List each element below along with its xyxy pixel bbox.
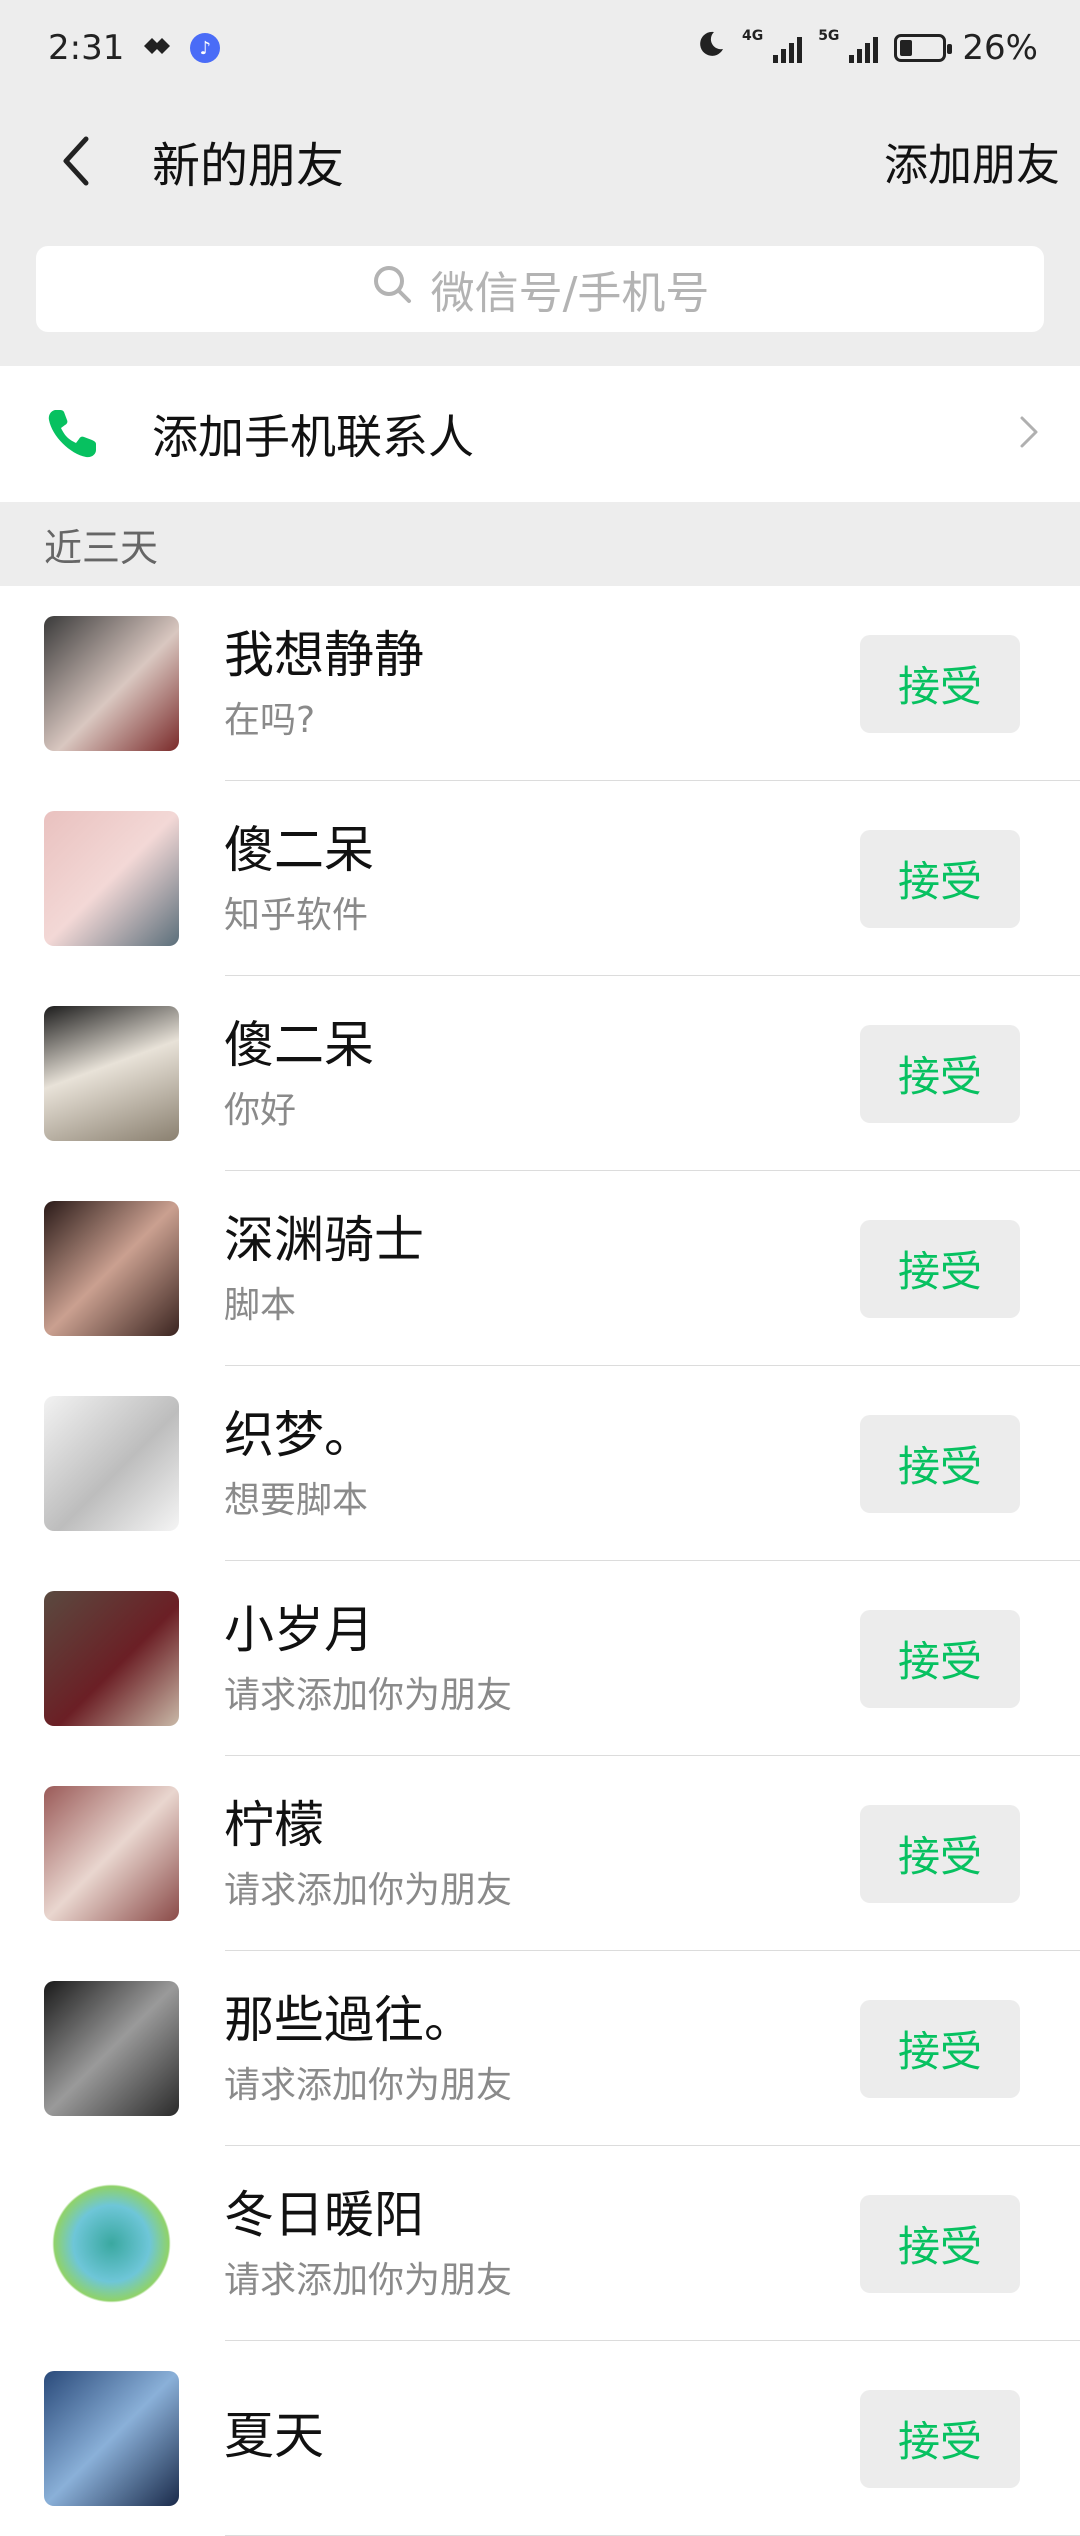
- avatar[interactable]: [44, 1201, 179, 1336]
- accept-button[interactable]: 接受: [860, 1219, 1020, 1318]
- friend-request-row[interactable]: 织梦。 想要脚本 接受: [0, 1366, 1080, 1561]
- request-name: 那些過往。: [224, 1990, 474, 2049]
- music-app-icon: ♪: [190, 33, 221, 63]
- add-phone-contacts-label: 添加手机联系人: [152, 410, 474, 464]
- accept-button[interactable]: 接受: [860, 1609, 1020, 1708]
- friend-request-row[interactable]: 柠檬 请求添加你为朋友 接受: [0, 1756, 1080, 1951]
- avatar[interactable]: [44, 2371, 179, 2506]
- accept-button[interactable]: 接受: [860, 1804, 1020, 1903]
- avatar[interactable]: [44, 2176, 179, 2311]
- request-message: 知乎软件: [224, 894, 369, 936]
- accept-button[interactable]: 接受: [860, 1024, 1020, 1123]
- request-name: 织梦。: [224, 1405, 374, 1464]
- back-arrow-icon[interactable]: [60, 136, 108, 186]
- link-icon: [140, 28, 174, 68]
- request-message: 在吗?: [224, 699, 316, 741]
- battery-icon: [894, 34, 953, 62]
- request-name: 深渊骑士: [224, 1210, 424, 1269]
- status-time: 2:31: [48, 28, 125, 68]
- moon-icon: [696, 28, 726, 68]
- request-name: 柠檬: [224, 1795, 324, 1854]
- search-container: 微信号/手机号: [0, 226, 1080, 352]
- accept-button[interactable]: 接受: [860, 2389, 1020, 2488]
- request-message: 请求添加你为朋友: [224, 1869, 513, 1911]
- request-name: 我想静静: [224, 625, 424, 684]
- accept-button[interactable]: 接受: [860, 829, 1020, 928]
- request-message: 请求添加你为朋友: [224, 2064, 513, 2106]
- friend-request-row[interactable]: 那些過往。 请求添加你为朋友 接受: [0, 1951, 1080, 2146]
- request-message: 请求添加你为朋友: [224, 2259, 513, 2301]
- avatar[interactable]: [44, 1396, 179, 1531]
- friend-request-row[interactable]: 夏天 接受: [0, 2341, 1080, 2536]
- network-5g-label: 5G: [818, 28, 840, 44]
- request-name: 夏天: [224, 2406, 324, 2465]
- request-message: 脚本: [224, 1284, 297, 1326]
- friend-request-row[interactable]: 傻二呆 你好 接受: [0, 976, 1080, 1171]
- accept-button[interactable]: 接受: [860, 634, 1020, 733]
- request-message: 想要脚本: [224, 1479, 369, 1521]
- search-icon: [371, 263, 413, 316]
- accept-button[interactable]: 接受: [860, 2194, 1020, 2293]
- chevron-right-icon: [1018, 414, 1040, 454]
- request-name: 冬日暖阳: [224, 2185, 424, 2244]
- search-placeholder: 微信号/手机号: [430, 268, 710, 319]
- friend-request-row[interactable]: 我想静静 在吗? 接受: [0, 586, 1080, 781]
- page-title: 新的朋友: [152, 138, 345, 194]
- request-name: 小岁月: [224, 1600, 374, 1659]
- request-name: 傻二呆: [224, 1015, 374, 1074]
- avatar[interactable]: [44, 616, 179, 751]
- signal-icon: [773, 33, 803, 63]
- friend-request-row[interactable]: 傻二呆 知乎软件 接受: [0, 781, 1080, 976]
- avatar[interactable]: [44, 811, 179, 946]
- friend-request-list: 我想静静 在吗? 接受 傻二呆 知乎软件 接受 傻二呆 你好 接受 深渊骑士 脚…: [0, 586, 1080, 2536]
- avatar[interactable]: [44, 1786, 179, 1921]
- network-4g-label: 4G: [741, 28, 764, 44]
- avatar[interactable]: [44, 1006, 179, 1141]
- phone-icon: [42, 404, 102, 464]
- request-message: 你好: [224, 1089, 297, 1131]
- accept-button[interactable]: 接受: [860, 1414, 1020, 1513]
- avatar[interactable]: [44, 1591, 179, 1726]
- friend-request-row[interactable]: 冬日暖阳 请求添加你为朋友 接受: [0, 2146, 1080, 2341]
- signal-icon-2: [849, 33, 879, 63]
- search-input[interactable]: 微信号/手机号: [36, 246, 1044, 332]
- status-bar: 2:31 ♪ 4G 5G 26%: [0, 0, 1080, 96]
- battery-percent: 26%: [962, 28, 1038, 68]
- avatar[interactable]: [44, 1981, 179, 2116]
- friend-request-row[interactable]: 小岁月 请求添加你为朋友 接受: [0, 1561, 1080, 1756]
- section-header: 近三天: [0, 502, 1080, 586]
- request-message: 请求添加你为朋友: [224, 1674, 513, 1716]
- nav-bar: 新的朋友 添加朋友: [0, 96, 1080, 226]
- add-phone-contacts-row[interactable]: 添加手机联系人: [0, 366, 1080, 502]
- accept-button[interactable]: 接受: [860, 1999, 1020, 2098]
- request-name: 傻二呆: [224, 820, 374, 879]
- add-friend-button[interactable]: 添加朋友: [884, 129, 1060, 193]
- friend-request-row[interactable]: 深渊骑士 脚本 接受: [0, 1171, 1080, 1366]
